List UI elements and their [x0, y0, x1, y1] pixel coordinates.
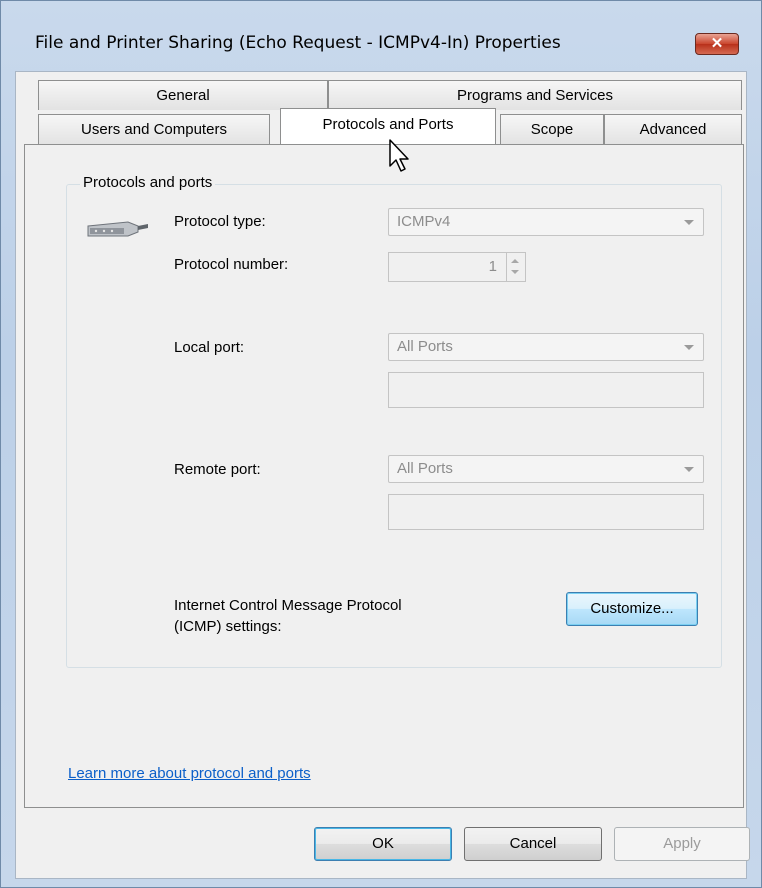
protocol-type-label: Protocol type: [174, 213, 266, 230]
local-port-label: Local port: [174, 339, 245, 356]
local-port-value: All Ports [397, 338, 453, 355]
apply-button[interactable]: Apply [614, 827, 750, 861]
cancel-button[interactable]: Cancel [464, 827, 602, 861]
tab-general[interactable]: General [38, 80, 328, 110]
remote-port-input[interactable] [388, 494, 704, 530]
spin-down-icon[interactable] [511, 270, 519, 274]
spin-up-icon[interactable] [511, 259, 519, 263]
remote-port-dropdown[interactable]: All Ports [388, 455, 704, 483]
chevron-down-icon [684, 220, 694, 225]
mouse-pointer-icon [388, 138, 410, 178]
network-cable-icon [82, 216, 152, 248]
customize-button[interactable]: Customize... [566, 592, 698, 626]
tab-advanced[interactable]: Advanced [604, 114, 742, 144]
chevron-down-icon [684, 345, 694, 350]
remote-port-value: All Ports [397, 460, 453, 477]
tab-programs-and-services[interactable]: Programs and Services [328, 80, 742, 110]
protocol-number-stepper[interactable]: 1 [388, 252, 526, 282]
ok-button[interactable]: OK [314, 827, 452, 861]
tab-users-and-computers[interactable]: Users and Computers [38, 114, 270, 144]
icmp-settings-label-line1: Internet Control Message Protocol [174, 597, 402, 614]
protocol-number-value: 1 [488, 258, 497, 275]
group-title: Protocols and ports [80, 174, 216, 191]
protocol-type-value: ICMPv4 [397, 213, 451, 230]
local-port-input[interactable] [388, 372, 704, 408]
window-title: File and Printer Sharing (Echo Request -… [35, 33, 561, 53]
tab-scope[interactable]: Scope [500, 114, 604, 144]
protocol-number-label: Protocol number: [174, 256, 289, 273]
close-icon: ✕ [710, 35, 724, 52]
chevron-down-icon [684, 467, 694, 472]
local-port-dropdown[interactable]: All Ports [388, 333, 704, 361]
protocol-type-dropdown[interactable]: ICMPv4 [388, 208, 704, 236]
close-button[interactable]: ✕ [695, 33, 739, 55]
remote-port-label: Remote port: [174, 461, 261, 478]
learn-more-link[interactable]: Learn more about protocol and ports [68, 765, 311, 782]
stepper-buttons[interactable] [506, 253, 525, 281]
icmp-settings-label-line2: (ICMP) settings: [174, 618, 282, 635]
